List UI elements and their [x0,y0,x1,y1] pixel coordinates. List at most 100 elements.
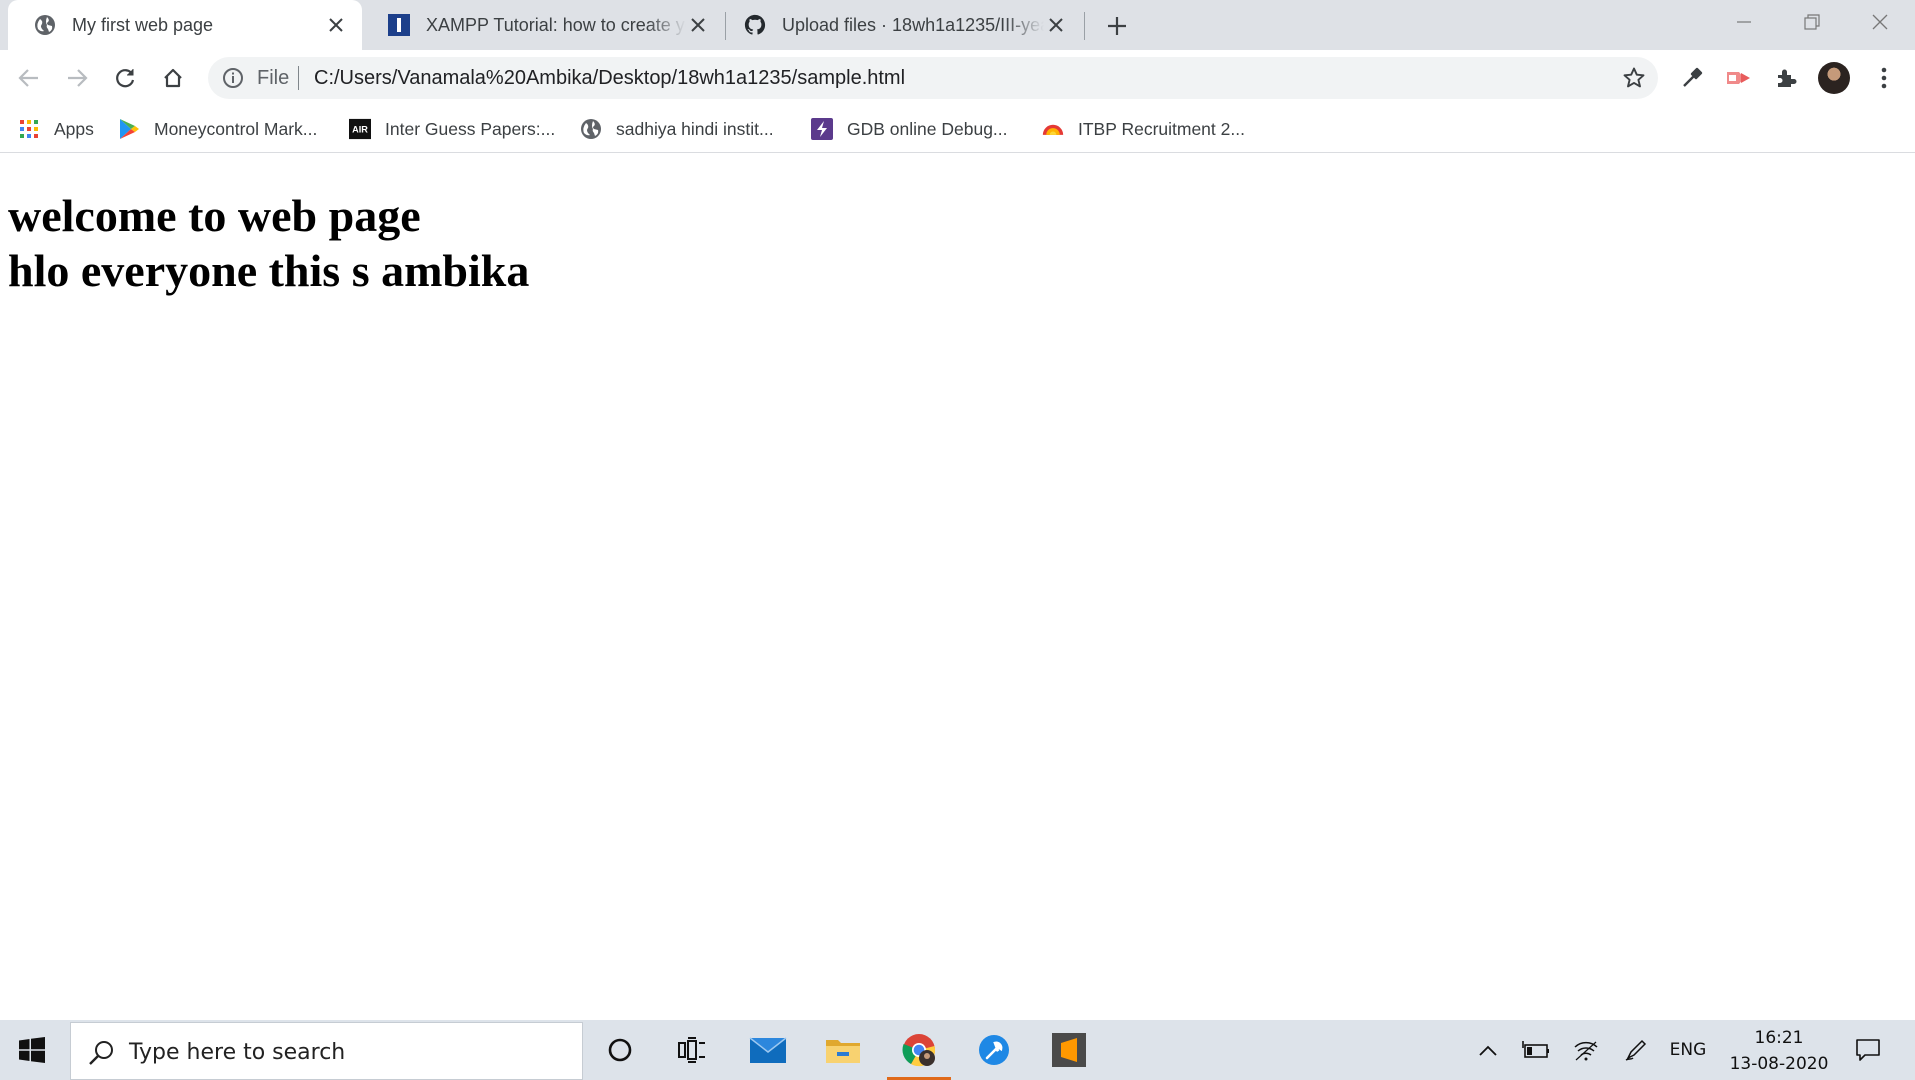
network-status-button[interactable] [1568,1020,1604,1080]
air-badge-text: AIR [352,125,368,135]
start-button[interactable] [0,1020,64,1080]
puzzle-icon [1778,69,1797,87]
mail-icon [749,1037,787,1063]
cortana-button[interactable] [590,1020,650,1080]
bookmark-gdb-online[interactable]: GDB online Debug... [811,115,1008,143]
bookmark-apps[interactable]: Apps [18,115,94,143]
close-icon [1872,14,1888,30]
task-view-icon [678,1037,705,1063]
chrome-icon [902,1034,936,1067]
plus-icon [1108,17,1126,35]
browser-menu-button[interactable] [1866,60,1902,96]
home-button[interactable] [153,58,193,98]
minimize-icon [1737,21,1751,23]
system-clock[interactable]: 16:21 13-08-2020 [1720,1025,1838,1077]
bookmark-label: Inter Guess Papers:... [385,118,556,139]
web-page-content: welcome to web page hlo everyone this s … [0,154,1915,1020]
eyedropper-icon [1683,67,1703,87]
close-window-button[interactable] [1846,0,1914,44]
kebab-menu-icon [1881,67,1887,89]
tab-strip: My first web page XAMPP Tutorial: how to… [0,0,1915,50]
new-tab-button[interactable] [1102,11,1132,41]
bookmark-label: ITBP Recruitment 2... [1078,118,1245,139]
battery-status-button[interactable] [1518,1020,1554,1080]
home-icon [164,68,182,88]
bookmark-label: Apps [54,118,94,139]
tab-separator [1084,12,1085,40]
blue-app-button[interactable] [964,1020,1024,1080]
mail-app-button[interactable] [738,1020,798,1080]
bookmark-label: Moneycontrol Mark... [154,118,318,139]
search-placeholder: Type here to search [129,1040,346,1065]
github-icon [744,14,766,36]
close-tab-icon[interactable] [686,13,710,37]
url-text[interactable]: C:/Users/Vanamala%20Ambika/Desktop/18wh1… [314,67,905,90]
gdb-icon [811,118,833,140]
sunrise-icon [1042,118,1064,140]
extensions-button[interactable] [1768,60,1804,96]
sublime-text-button[interactable] [1039,1020,1099,1080]
page-heading-greeting: hlo everyone this s ambika [8,245,530,296]
profile-avatar[interactable] [1818,62,1850,94]
tab-title: My first web page [72,14,214,35]
eyedropper-extension-button[interactable] [1674,60,1710,96]
folder-icon [826,1040,860,1063]
globe-icon [580,118,602,140]
input-language-indicator[interactable]: ENG [1665,1020,1711,1080]
minimize-button[interactable] [1710,0,1778,44]
tab-xampp-tutorial[interactable]: XAMPP Tutorial: how to create your [362,0,724,50]
windows-logo-icon [19,1037,45,1063]
file-explorer-button[interactable] [813,1020,873,1080]
notification-icon [1856,1039,1880,1061]
bookmark-star-icon[interactable] [1622,66,1646,90]
back-arrow-icon [18,69,38,87]
info-icon[interactable] [222,67,244,89]
wrench-app-icon [979,1035,1009,1065]
reload-button[interactable] [105,58,145,98]
bookmark-sadhiya-hindi[interactable]: sadhiya hindi instit... [580,115,774,143]
recorder-icon [1727,72,1750,84]
scheme-label: File [257,67,290,89]
forward-arrow-icon [68,69,88,87]
screen-recorder-extension-button[interactable] [1720,60,1756,96]
bookmark-moneycontrol[interactable]: Moneycontrol Mark... [118,115,317,143]
cortana-circle-icon [608,1038,632,1062]
bookmark-label: GDB online Debug... [847,118,1008,139]
apps-grid-icon [18,118,40,140]
pen-workspace-button[interactable] [1618,1020,1654,1080]
reload-icon [116,69,135,88]
bookmark-itbp-recruitment[interactable]: ITBP Recruitment 2... [1042,115,1245,143]
close-tab-icon[interactable] [1044,13,1068,37]
action-center-button[interactable] [1848,1020,1888,1080]
wifi-icon [1574,1041,1598,1061]
tab-title: XAMPP Tutorial: how to create your [426,14,686,35]
globe-icon [34,14,56,36]
air-icon: AIR [349,118,371,140]
search-icon [89,1041,113,1065]
clock-date: 13-08-2020 [1729,1054,1829,1074]
tab-title: Upload files · 18wh1a1235/III-year [782,14,1044,35]
browser-toolbar: File C:/Users/Vanamala%20Ambika/Desktop/… [0,50,1915,106]
omnibox-separator [298,66,299,90]
address-bar[interactable]: File C:/Users/Vanamala%20Ambika/Desktop/… [208,57,1658,99]
play-store-icon [118,118,140,140]
taskbar-search-box[interactable]: Type here to search [70,1022,583,1080]
sublime-text-icon [1052,1033,1086,1067]
show-hidden-icons-button[interactable] [1472,1020,1504,1080]
blog-favicon-icon [388,14,410,36]
bookmark-label: sadhiya hindi instit... [616,118,774,139]
restore-button[interactable] [1778,0,1846,44]
pen-icon [1625,1039,1647,1061]
tab-my-first-web-page[interactable]: My first web page [8,0,362,50]
tab-upload-files[interactable]: Upload files · 18wh1a1235/III-year [718,0,1082,50]
back-button[interactable] [9,58,49,98]
close-tab-icon[interactable] [324,13,348,37]
restore-icon [1804,14,1820,30]
page-heading-welcome: welcome to web page [8,190,421,241]
chrome-taskbar-button[interactable] [889,1020,949,1080]
battery-icon [1522,1041,1549,1058]
bookmark-inter-guess-papers[interactable]: AIR Inter Guess Papers:... [349,115,555,143]
chevron-up-icon [1479,1045,1497,1056]
forward-button[interactable] [57,58,97,98]
task-view-button[interactable] [662,1020,722,1080]
